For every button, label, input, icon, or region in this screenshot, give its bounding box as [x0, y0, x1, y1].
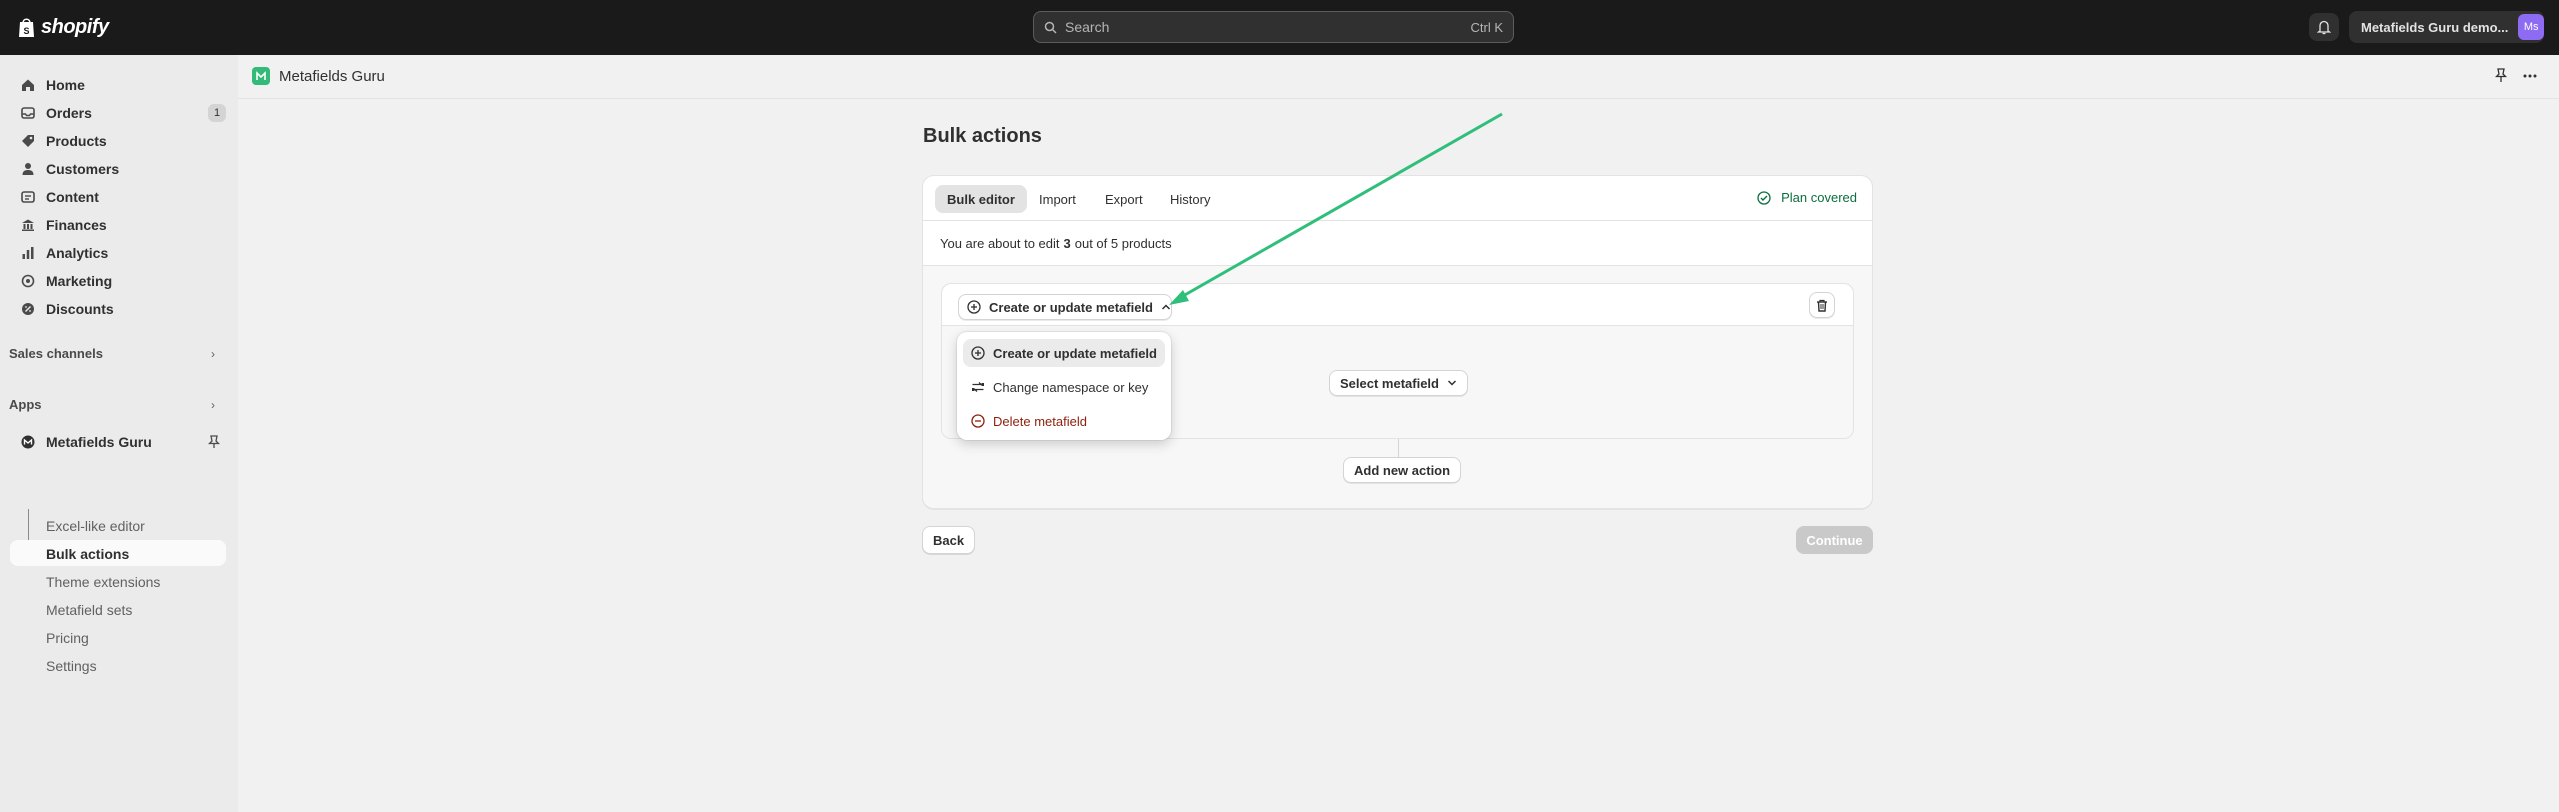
app-logo-icon	[20, 434, 36, 450]
sidebar: Home Orders 1 Products Customers Content…	[0, 55, 238, 812]
add-new-action-button[interactable]: Add new action	[1343, 457, 1462, 483]
plus-circle-icon	[971, 346, 985, 360]
back-button[interactable]: Back	[922, 526, 976, 554]
shopify-wordmark: shopify	[41, 15, 109, 38]
sidebar-item-marketing[interactable]: Marketing	[10, 268, 226, 294]
info-count: 3	[1063, 235, 1071, 251]
action-type-label: Create or update metafield	[989, 299, 1153, 315]
search-input[interactable]: Search Ctrl K	[1033, 11, 1514, 43]
bank-icon	[20, 217, 36, 233]
search-icon	[1044, 21, 1057, 34]
orders-count-badge: 1	[208, 104, 226, 122]
app-header	[238, 55, 2559, 99]
trash-icon	[1817, 299, 1827, 312]
sidebar-item-label: Orders	[46, 105, 92, 121]
info-suffix: out of 5 products	[1074, 235, 1172, 251]
metafields-guru-logo-icon	[252, 67, 270, 85]
sidebar-subitem-pricing[interactable]: Pricing	[46, 630, 89, 646]
minus-circle-icon	[971, 414, 985, 428]
menu-item-delete-metafield[interactable]: Delete metafield	[963, 407, 1165, 435]
sidebar-subitem-theme-extensions[interactable]: Theme extensions	[46, 574, 160, 590]
sidebar-subitem-bulk-actions[interactable]: Bulk actions	[46, 546, 129, 562]
plus-circle-icon	[967, 300, 981, 314]
tab-history[interactable]: History	[1158, 185, 1222, 213]
sidebar-item-discounts[interactable]: Discounts	[10, 296, 226, 322]
sales-channels-heading[interactable]: Sales channels	[9, 346, 103, 361]
page-title: Bulk actions	[923, 125, 1042, 147]
sidebar-item-content[interactable]: Content	[10, 184, 226, 210]
sidebar-item-label: Discounts	[46, 301, 114, 317]
pin-icon[interactable]	[208, 435, 220, 449]
sidebar-item-label: Finances	[46, 217, 107, 233]
sidebar-subitem-excel-editor[interactable]: Excel-like editor	[46, 518, 145, 534]
person-icon	[20, 161, 36, 177]
sidebar-item-analytics[interactable]: Analytics	[10, 240, 226, 266]
avatar: Ms	[2518, 14, 2544, 40]
tabs-row: Bulk editor Import Export History Plan c…	[923, 176, 1872, 221]
store-name: Metafields Guru demo...	[2361, 19, 2509, 35]
sidebar-item-products[interactable]: Products	[10, 128, 226, 154]
app-title: Metafields Guru	[279, 68, 385, 85]
tab-bulk-editor[interactable]: Bulk editor	[935, 185, 1027, 213]
search-placeholder: Search	[1065, 19, 1110, 35]
tab-export[interactable]: Export	[1093, 185, 1155, 213]
svg-text:S: S	[24, 26, 30, 36]
orders-icon	[20, 105, 36, 121]
target-icon	[20, 273, 36, 289]
sidebar-item-label: Analytics	[46, 245, 109, 261]
menu-item-label: Change namespace or key	[993, 379, 1149, 395]
more-options-icon[interactable]	[2522, 68, 2538, 84]
notifications-button[interactable]	[2309, 13, 2339, 41]
chevron-right-icon[interactable]: ›	[211, 398, 215, 412]
sidebar-item-metafields-guru[interactable]: Metafields Guru	[10, 429, 226, 455]
menu-item-create-update[interactable]: Create or update metafield	[963, 339, 1165, 367]
sidebar-item-label: Home	[46, 77, 85, 93]
select-metafield-button[interactable]: Select metafield	[1329, 370, 1468, 396]
sidebar-subitem-metafield-sets[interactable]: Metafield sets	[46, 602, 132, 618]
sidebar-item-finances[interactable]: Finances	[10, 212, 226, 238]
sidebar-item-label: Metafields Guru	[46, 434, 152, 450]
plan-status: Plan covered	[1757, 190, 1857, 205]
select-metafield-label: Select metafield	[1340, 375, 1439, 391]
sidebar-item-label: Content	[46, 189, 99, 205]
tab-import[interactable]: Import	[1027, 185, 1088, 213]
plan-label: Plan covered	[1781, 190, 1857, 205]
sidebar-item-label: Marketing	[46, 273, 113, 289]
swap-icon	[972, 382, 984, 392]
sidebar-item-label: Products	[46, 133, 107, 149]
top-bar: S shopify Search Ctrl K Metafields Guru …	[0, 0, 2559, 55]
info-prefix: You are about to edit	[940, 235, 1060, 251]
chart-icon	[20, 245, 36, 261]
delete-action-button[interactable]	[1809, 292, 1835, 318]
apps-heading[interactable]: Apps	[9, 397, 42, 412]
bell-icon	[2317, 20, 2331, 34]
discount-icon	[20, 301, 36, 317]
content-icon	[20, 189, 36, 205]
home-icon	[20, 77, 36, 93]
action-type-dropdown: Create or update metafield Change namesp…	[957, 332, 1171, 440]
menu-item-label: Delete metafield	[993, 413, 1087, 429]
menu-item-change-namespace[interactable]: Change namespace or key	[963, 373, 1165, 401]
search-shortcut: Ctrl K	[1470, 19, 1504, 35]
pin-icon[interactable]	[2495, 68, 2507, 83]
check-circle-icon	[1757, 190, 1771, 205]
sidebar-item-customers[interactable]: Customers	[10, 156, 226, 182]
chevron-up-icon	[1161, 304, 1171, 310]
chevron-right-icon[interactable]: ›	[211, 347, 215, 361]
menu-item-label: Create or update metafield	[993, 345, 1157, 361]
tag-icon	[20, 133, 36, 149]
sidebar-item-home[interactable]: Home	[10, 72, 226, 98]
store-menu-button[interactable]: Metafields Guru demo... Ms	[2349, 11, 2544, 43]
sidebar-item-label: Customers	[46, 161, 120, 177]
shopify-bag-icon: S	[19, 18, 34, 37]
edit-summary: You are about to edit 3 out of 5 product…	[923, 221, 1872, 266]
chevron-down-icon	[1447, 380, 1457, 386]
action-header: Create or update metafield	[942, 284, 1853, 326]
shopify-logo[interactable]: S shopify	[17, 15, 109, 39]
action-type-button[interactable]: Create or update metafield	[958, 294, 1172, 320]
sidebar-item-orders[interactable]: Orders 1	[10, 100, 226, 126]
connector-line	[1398, 439, 1399, 459]
continue-button[interactable]: Continue	[1796, 526, 1873, 554]
sidebar-subitem-settings[interactable]: Settings	[46, 658, 97, 674]
